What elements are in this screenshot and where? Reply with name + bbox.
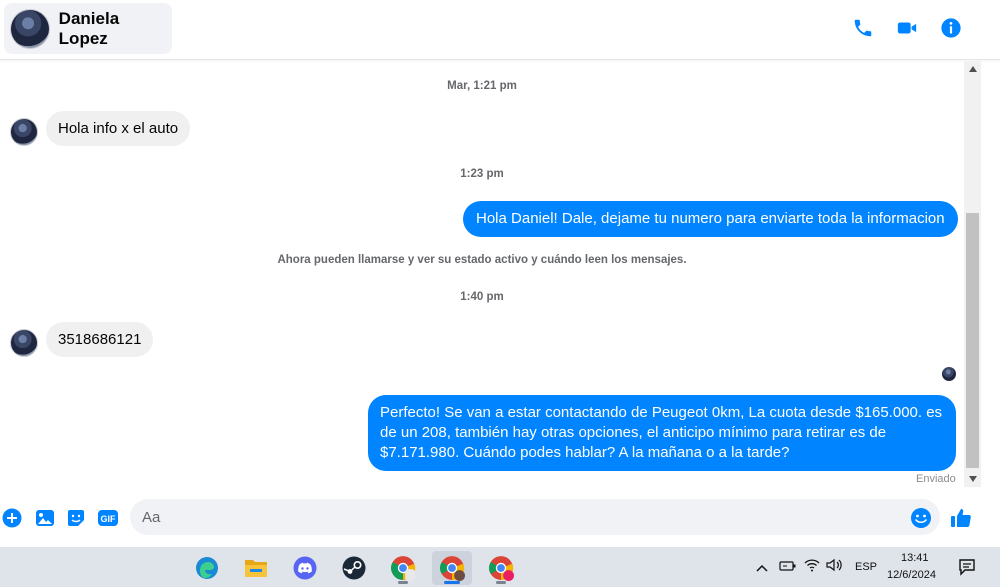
clock-date[interactable]: 12/6/2024 — [887, 569, 936, 581]
message-scrollbar[interactable] — [964, 61, 981, 487]
timestamp: 1:23 pm — [460, 168, 504, 180]
wifi-icon[interactable] — [804, 558, 820, 577]
chat-header: Daniela Lopez — [0, 0, 1000, 60]
message-composer: GIF Aa — [0, 490, 1000, 546]
timestamp: Mar, 1:21 pm — [447, 80, 517, 92]
sender-avatar[interactable] — [10, 118, 38, 146]
scroll-thumb[interactable] — [966, 213, 979, 468]
message-line: Perfecto! Se van a estar contactando de … — [380, 404, 943, 421]
outgoing-message[interactable]: Hola Daniel! Dale, dejame tu numero para… — [463, 201, 958, 237]
contact-avatar — [10, 8, 50, 49]
battery-icon[interactable] — [779, 559, 797, 578]
notification-icon[interactable] — [958, 558, 976, 581]
discord-icon[interactable] — [285, 551, 325, 585]
photo-icon[interactable] — [33, 506, 57, 530]
chrome-icon[interactable] — [481, 551, 521, 585]
edge-icon[interactable] — [187, 551, 227, 585]
chevron-up-icon[interactable] — [756, 560, 768, 578]
seen-indicator-avatar — [942, 367, 956, 381]
info-icon[interactable] — [939, 16, 963, 40]
message-input[interactable]: Aa — [130, 499, 940, 535]
sticker-icon[interactable] — [64, 506, 88, 530]
delivery-status: Enviado — [916, 473, 956, 485]
gif-label: GIF — [101, 514, 117, 524]
app-running-indicator — [398, 581, 408, 584]
emoji-icon[interactable] — [909, 506, 933, 530]
scroll-up-arrow[interactable] — [964, 61, 981, 77]
input-language[interactable]: ESP — [855, 561, 877, 573]
message-line: de un 208, también hay otras opciones, e… — [380, 424, 887, 441]
contact-name: Daniela Lopez — [58, 8, 120, 48]
app-running-indicator — [496, 581, 506, 584]
windows-taskbar: ESP 13:41 12/6/2024 — [0, 547, 1000, 587]
app-active-indicator — [444, 581, 460, 584]
file-explorer-icon[interactable] — [236, 551, 276, 585]
message-line: $7.171.980. Cuándo podes hablar? A la ma… — [380, 444, 790, 461]
chrome-icon[interactable] — [432, 551, 472, 585]
contact-profile-button[interactable]: Daniela Lopez — [4, 3, 172, 54]
call-permission-notice: Ahora pueden llamarse y ver su estado ac… — [277, 254, 687, 266]
sender-avatar[interactable] — [10, 329, 38, 357]
incoming-message[interactable]: Hola info x el auto — [46, 111, 191, 146]
steam-icon[interactable] — [334, 551, 374, 585]
scroll-down-arrow[interactable] — [964, 471, 981, 487]
clock-time[interactable]: 13:41 — [901, 552, 929, 564]
message-list: Mar, 1:21 pm Hola info x el auto 1:23 pm… — [0, 61, 964, 487]
gif-icon[interactable]: GIF — [96, 506, 120, 530]
outgoing-message[interactable]: Perfecto! Se van a estar contactando de … — [368, 395, 956, 471]
incoming-message[interactable]: 3518686121 — [46, 322, 154, 357]
plus-icon[interactable] — [0, 506, 24, 530]
phone-icon[interactable] — [851, 16, 875, 40]
like-icon[interactable] — [949, 506, 973, 530]
speaker-icon[interactable] — [826, 558, 844, 577]
timestamp: 1:40 pm — [460, 291, 504, 303]
chrome-icon[interactable] — [383, 551, 423, 585]
video-camera-icon[interactable] — [895, 16, 919, 40]
